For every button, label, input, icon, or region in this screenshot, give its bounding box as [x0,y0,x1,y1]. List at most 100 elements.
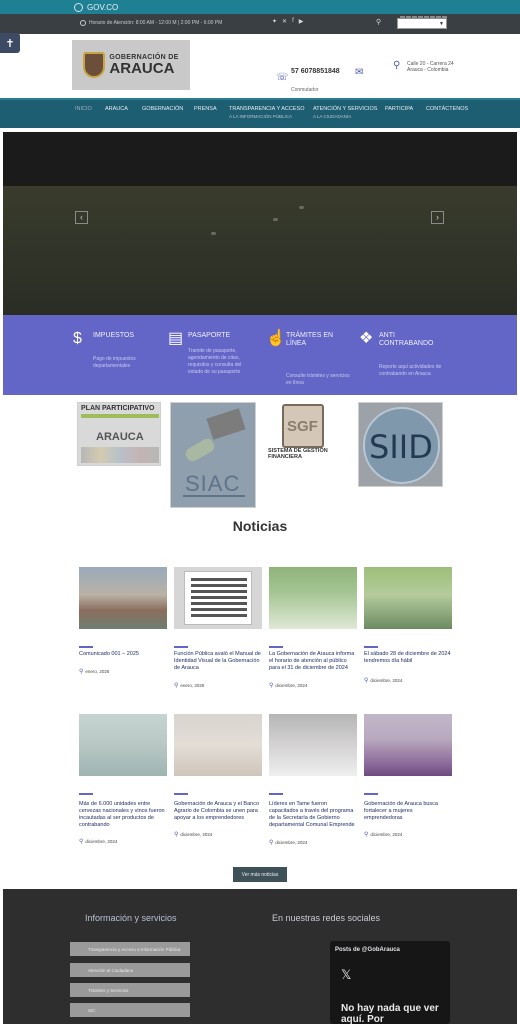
news-image[interactable] [364,714,452,776]
gov-co-label: GOV.CO [87,2,119,12]
coat-of-arms-icon [83,52,106,78]
calendar-icon: ⚲ [269,840,274,846]
footer-info-title: Información y servicios [85,913,177,923]
accessibility-icon: ✝ [5,37,15,50]
twitter-embed-header[interactable]: Posts de @GobArauca [335,947,400,953]
nav-item-arauca[interactable]: Arauca [105,106,128,113]
banner-siac[interactable]: SIAC [170,402,256,508]
contact-mail[interactable]: ✉ [355,62,363,80]
phone-subtitle: Conmutador [291,87,319,93]
footer-link[interactable]: Atención al Ciudadano [70,963,190,977]
news-title[interactable]: Comunicado 001 – 2025 [79,651,167,658]
calendar-icon: ⚲ [364,678,369,684]
mail-icon: ✉ [355,67,364,78]
laptop-icon [206,408,246,440]
hero-slider[interactable]: ‹ › [3,132,517,315]
news-image[interactable] [364,567,452,629]
facebook-icon[interactable]: f [292,18,294,25]
twitter-embed-message: No hay nada que ver aquí. Por [341,1003,439,1024]
calendar-icon: ⚲ [79,839,84,845]
location-icon: ⚲ [393,60,401,71]
twitter-icon[interactable]: ✦ [272,18,277,25]
calendar-icon: ⚲ [269,683,274,689]
banner-siid[interactable]: SIID [358,402,443,487]
language-select[interactable]: ▼ [397,16,447,29]
news-date: ⚲ diciembre, 2024 [269,683,308,689]
gobernacion-logo[interactable]: GOBERNACIÓN DE ARAUCA [72,40,190,90]
news-image[interactable] [174,714,262,776]
banner-plan-brand: ARAUCA [96,431,144,443]
nav-item-participa[interactable]: Participa [385,106,413,113]
calendar-icon: ⚲ [174,832,179,838]
nav-item-atencion[interactable]: Atención y Servicios a la ciudadanía [313,106,377,120]
news-image[interactable] [79,714,167,776]
slider-image [3,186,517,315]
news-section-title: Noticias [232,518,288,534]
news-image[interactable] [79,567,167,629]
logo-line2: ARAUCA [109,60,175,77]
phone-number: 57 6078851848 [291,68,340,75]
site-footer: Información y servicios En nuestras rede… [3,889,517,1024]
news-title[interactable]: Gobernación de Arauca busca fortalecer a… [364,801,452,822]
x-logo-icon: 𝕏 [341,967,352,982]
news-date: ⚲ diciembre, 2024 [364,678,403,684]
footer-link[interactable]: Trámites y Servicios [70,983,190,997]
news-image[interactable] [269,567,357,629]
passport-icon: ▤ [168,330,184,347]
news-title[interactable]: El sábado 28 de diciembre de 2024 tendre… [364,651,452,665]
siid-logo-icon: SIID [363,407,440,484]
nav-item-gobernacion[interactable]: Gobernación [142,106,183,113]
nav-item-inicio[interactable]: Inicio [75,106,92,113]
banner-plan-title: PLAN PARTICIPATIVO [81,405,155,412]
clock-icon [80,20,86,26]
banner-siac-text: SIAC [185,471,241,496]
news-title[interactable]: Líderes en Tame fueron capacitados a tra… [269,801,357,829]
news-image[interactable] [269,714,357,776]
nav-item-transparencia[interactable]: Transparencia y Acceso a la información p… [229,106,305,120]
more-news-button[interactable]: Ver más noticias [233,867,287,882]
social-links: ✦ ✕ f ▶ [272,18,303,25]
search-icon[interactable]: ⚲ [376,18,381,26]
news-date: ⚲ diciembre, 2024 [174,832,213,838]
contact-phone[interactable]: ☏ 57 6078851848 Conmutador [276,60,340,96]
footer-social-title: En nuestras redes sociales [272,913,381,923]
news-title[interactable]: La Gobernación de Arauca informa el hora… [269,651,357,672]
banner-sgf-caption: SISTEMA DE GESTIÓN FINANCIERA [268,448,328,460]
news-date: ⚲ enero, 2025 [79,669,110,675]
news-date: ⚲ diciembre, 2024 [364,832,403,838]
chevron-down-icon: ▼ [439,21,444,27]
gov-co-bar[interactable]: GOV.CO [0,0,520,14]
nav-item-contactenos[interactable]: Contáctenos [426,106,468,113]
office-hours: Horario de Atención: 8:00 AM - 12:00 M |… [80,20,222,26]
youtube-icon[interactable]: ▶ [299,18,304,25]
main-navigation: Inicio Arauca Gobernación Prensa Transpa… [0,98,520,128]
news-title[interactable]: Más de 6.000 unidades entre cervezas nac… [79,801,167,829]
news-title[interactable]: Gobernación de Arauca y el Banco Agrario… [174,801,262,822]
gov-co-logo-icon [74,2,83,12]
language-flags [400,16,447,19]
news-date: ⚲ diciembre, 2024 [79,839,118,845]
footer-link[interactable]: SIC [70,1003,190,1017]
calendar-icon: ⚲ [174,683,179,689]
footer-link[interactable]: Transparencia y Acceso a Información Púb… [70,942,190,956]
banner-sgf[interactable]: SGF SISTEMA DE GESTIÓN FINANCIERA [265,402,349,466]
accessibility-button[interactable]: ✝ [0,33,20,53]
news-title[interactable]: Función Pública avaló el Manual de Ident… [174,651,262,672]
news-date: ⚲ enero, 2025 [174,683,205,689]
hand-click-icon: ☝ [266,330,286,347]
calendar-icon: ⚲ [79,669,84,675]
calendar-icon: ⚲ [364,832,369,838]
slider-prev-button[interactable]: ‹ [75,211,88,224]
nav-item-prensa[interactable]: Prensa [194,106,217,113]
twitter-embed[interactable]: Posts de @GobArauca 𝕏 No hay nada que ve… [330,941,450,1024]
slider-next-button[interactable]: › [431,211,444,224]
x-icon[interactable]: ✕ [282,18,287,25]
site-header: GOBERNACIÓN DE ARAUCA ☏ 57 6078851848 Co… [0,34,520,98]
news-image[interactable] [174,567,262,629]
banner-plan-participativo[interactable]: PLAN PARTICIPATIVO ARAUCA [77,402,161,466]
contact-address: ⚲ Calle 20 - Carrera 24 Arauca - Colombi… [393,60,454,74]
top-info-bar: Horario de Atención: 8:00 AM - 12:00 M |… [0,14,520,34]
sgf-logo-icon: SGF [282,404,324,448]
news-date: ⚲ diciembre, 2024 [269,840,308,846]
bottle-icon: ❖ [359,330,374,347]
